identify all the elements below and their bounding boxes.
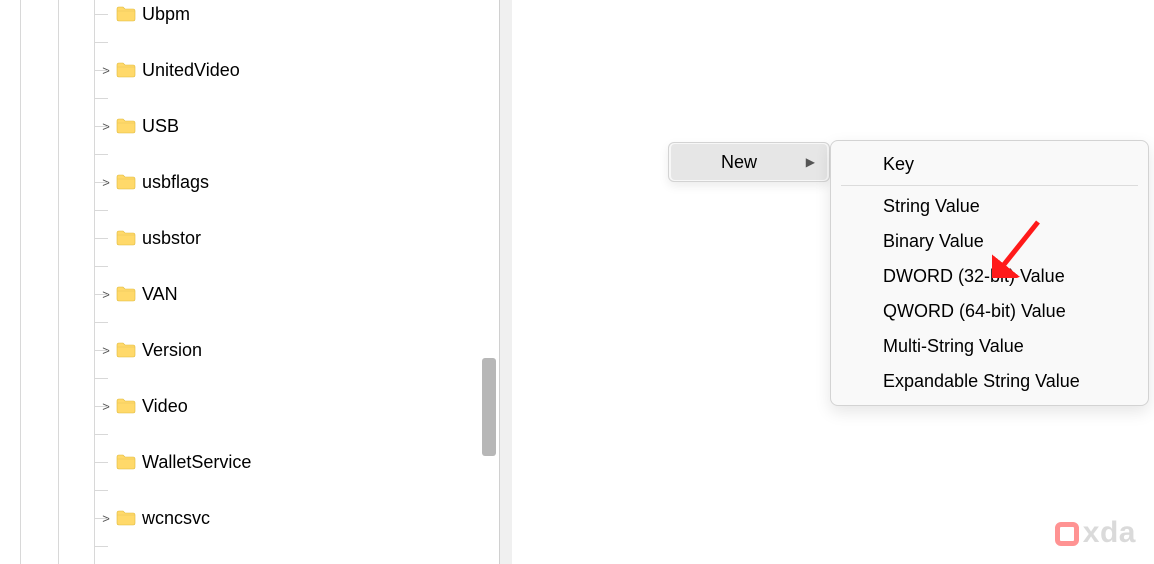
folder-icon [116,454,136,470]
submenu-item[interactable]: Key [831,147,1148,182]
submenu-item[interactable]: QWORD (64-bit) Value [831,294,1148,329]
tree-item[interactable]: >Wdf [0,560,479,564]
tree-item-label: Version [142,340,202,361]
tree-item-label: VAN [142,284,178,305]
folder-icon [116,174,136,190]
submenu-item-label: Key [883,154,914,175]
submenu-item-label: String Value [883,196,980,217]
submenu-item[interactable]: Binary Value [831,224,1148,259]
watermark: xda [1055,516,1136,550]
submenu-item-label: Multi-String Value [883,336,1024,357]
folder-icon [116,118,136,134]
submenu-item[interactable]: Multi-String Value [831,329,1148,364]
submenu-item[interactable]: DWORD (32-bit) Value [831,259,1148,294]
submenu-item[interactable]: String Value [831,189,1148,224]
submenu-arrow-icon: ▶ [806,155,815,169]
folder-icon [116,230,136,246]
registry-tree[interactable]: Ubpm >UnitedVideo >USB >usbflags usbstor >VAN… [0,0,479,564]
tree-item-label: wcncsvc [142,508,210,529]
scrollbar-thumb[interactable] [482,358,496,456]
tree-item[interactable]: >Version [0,336,479,364]
folder-icon [116,6,136,22]
context-menu[interactable]: New ▶ [668,142,830,182]
menu-separator [841,185,1138,186]
folder-icon [116,398,136,414]
tree-item-label: usbflags [142,172,209,193]
tree-item[interactable]: WalletService [0,448,479,476]
tree-item[interactable]: >USB [0,112,479,140]
pane-divider[interactable] [500,0,512,564]
submenu-item-label: Binary Value [883,231,984,252]
tree-item[interactable]: >VAN [0,280,479,308]
submenu-item-label: Expandable String Value [883,371,1080,392]
tree-item-label: usbstor [142,228,201,249]
menu-item-label: New [721,152,757,173]
scrollbar-track[interactable] [478,0,496,564]
tree-pane: Ubpm >UnitedVideo >USB >usbflags usbstor >VAN… [0,0,500,564]
tree-item-label: UnitedVideo [142,60,240,81]
folder-icon [116,62,136,78]
submenu-item-label: DWORD (32-bit) Value [883,266,1065,287]
tree-item-label: WalletService [142,452,251,473]
tree-item[interactable]: >wcncsvc [0,504,479,532]
watermark-text: xda [1083,516,1136,550]
folder-icon [116,286,136,302]
tree-item[interactable]: Ubpm [0,0,479,28]
watermark-logo-icon [1055,522,1079,546]
tree-item[interactable]: usbstor [0,224,479,252]
submenu-item-label: QWORD (64-bit) Value [883,301,1066,322]
context-submenu[interactable]: Key String Value Binary Value DWORD (32-bit… [830,140,1149,406]
tree-item[interactable]: >Video [0,392,479,420]
tree-item-label: USB [142,116,179,137]
tree-item-label: Ubpm [142,4,190,25]
menu-item-new[interactable]: New ▶ [671,144,827,180]
tree-item[interactable]: >UnitedVideo [0,56,479,84]
folder-icon [116,342,136,358]
submenu-item[interactable]: Expandable String Value [831,364,1148,399]
tree-item[interactable]: >usbflags [0,168,479,196]
tree-item-label: Video [142,396,188,417]
folder-icon [116,510,136,526]
